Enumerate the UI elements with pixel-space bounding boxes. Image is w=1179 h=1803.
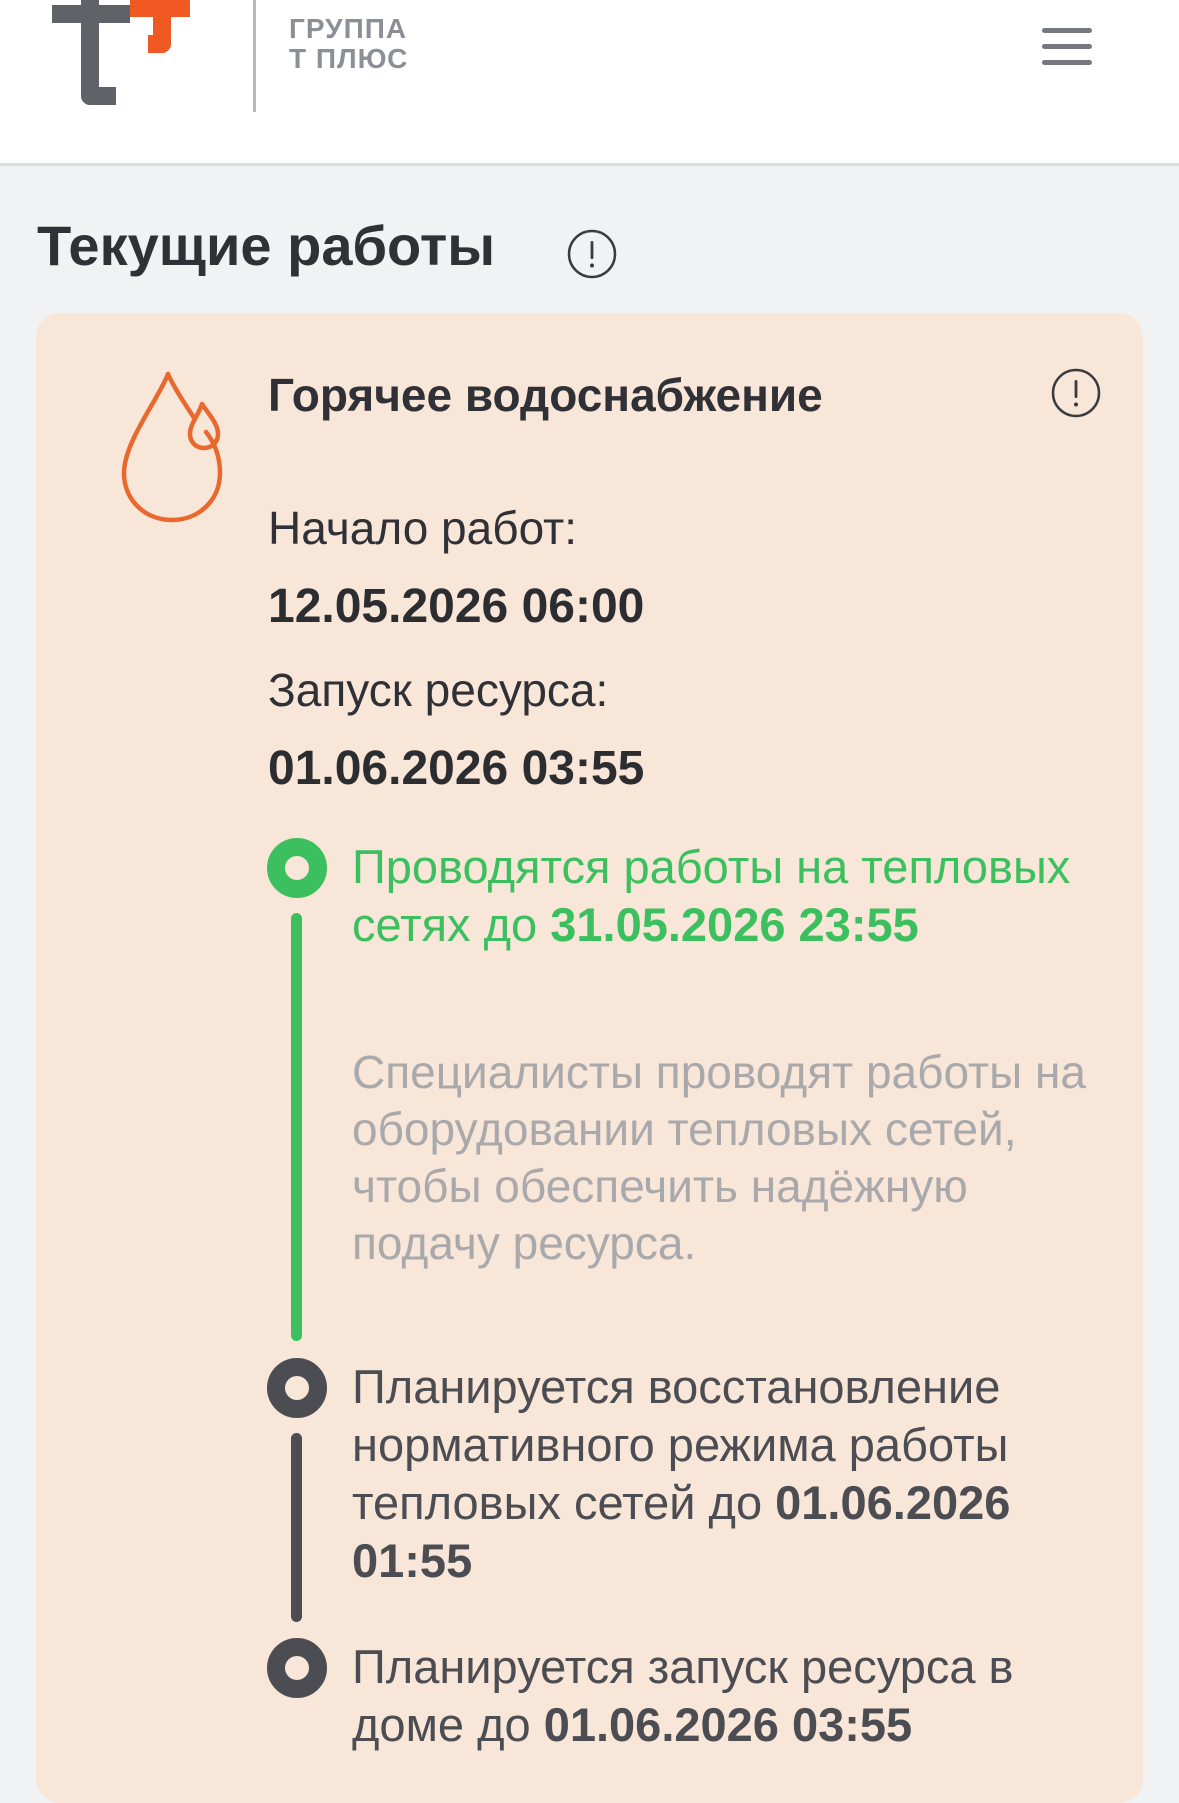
step-planned-dot	[267, 1358, 327, 1418]
step-2-text: Планируется восстановление нормативного …	[352, 1360, 1011, 1587]
info-circle-icon[interactable]	[566, 228, 618, 280]
card-title: Горячее водоснабжение	[268, 369, 823, 421]
start-value: 12.05.2026 06:00	[268, 580, 645, 633]
app-header: Группа Т Плюс	[0, 0, 1179, 166]
logo-divider	[253, 0, 256, 112]
step-active-dot	[267, 838, 327, 898]
step-1-description: Специалисты проводят работы на оборудова…	[352, 1046, 1086, 1269]
step-3-text: Планируется запуск ресурса в доме до 01.…	[352, 1640, 1014, 1751]
start-label: Начало работ:	[268, 502, 577, 554]
t-plus-logo[interactable]	[52, 0, 227, 116]
step-planned-dot	[267, 1638, 327, 1698]
launch-label: Запуск ресурса:	[268, 664, 609, 716]
brand-line-1: Группа	[289, 13, 408, 44]
info-circle-icon[interactable]	[1050, 367, 1102, 419]
step-2-connector	[291, 1433, 302, 1622]
step-1-connector	[291, 913, 302, 1341]
brand-line-2: Т Плюс	[289, 43, 409, 74]
launch-value: 01.06.2026 03:55	[268, 742, 645, 795]
step-1-date: 31.05.2026 23:55	[550, 898, 919, 951]
step-3-date: 01.06.2026 03:55	[543, 1698, 913, 1751]
page-title: Текущие работы	[37, 214, 496, 277]
water-drop-icon	[121, 371, 223, 523]
brand-name: Группа Т Плюс	[289, 14, 429, 74]
step-1-text: Проводятся работы на тепловых сетях до 3…	[352, 840, 1071, 951]
hamburger-icon[interactable]	[1038, 26, 1096, 68]
